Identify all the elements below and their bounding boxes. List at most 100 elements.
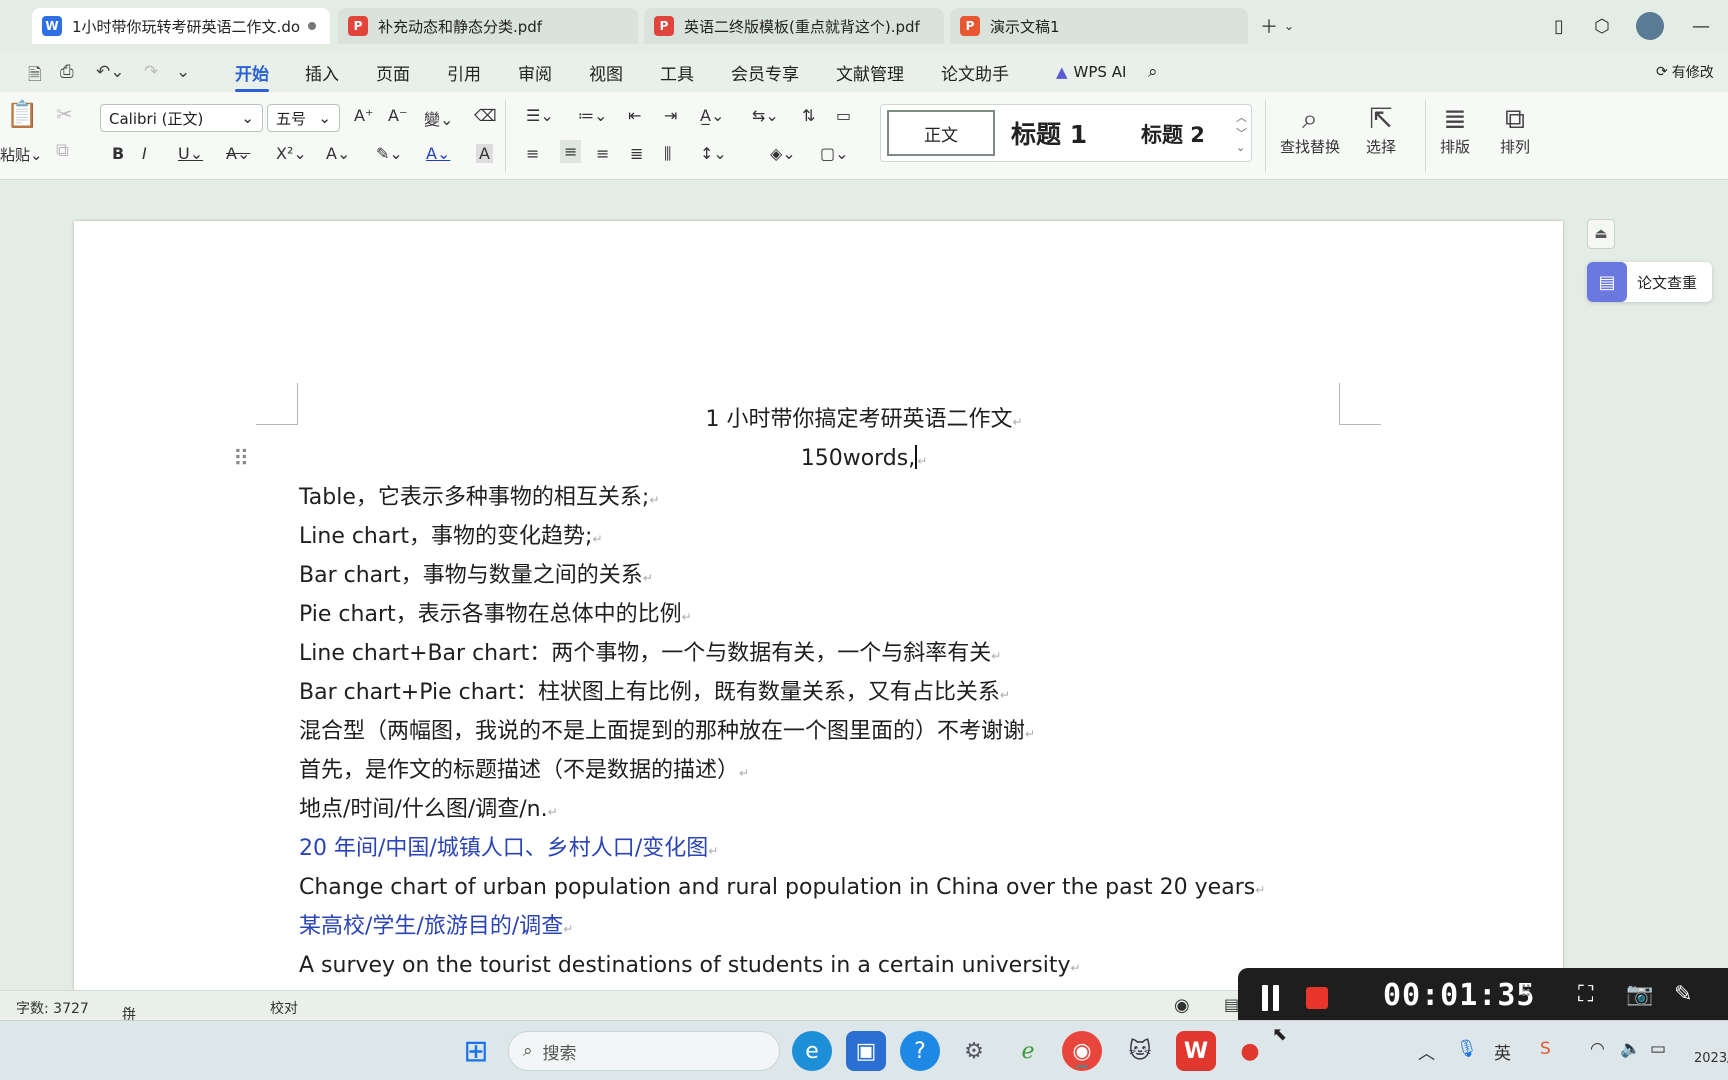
text-direction-icon[interactable]: A̲⌄ [700, 106, 724, 125]
save-icon[interactable]: 🗎 [28, 62, 42, 91]
numbered-list-icon[interactable]: ≔⌄ [578, 106, 607, 125]
justify-icon[interactable]: ≣ [630, 144, 643, 163]
tab-pdf-template[interactable]: P 英语二终版模板(重点就背这个).pdf [644, 8, 944, 44]
convert-icon[interactable]: ⇆⌄ [752, 106, 779, 125]
doc-paragraph[interactable]: 20 年间/中国/城镇人口、乡村人口/变化图↵ [299, 834, 718, 866]
align-right-icon[interactable]: ≡ [596, 144, 609, 163]
menu-tools[interactable]: 工具 [660, 58, 694, 86]
menu-member[interactable]: 会员专享 [731, 58, 799, 86]
cut-icon[interactable]: ✂ [56, 102, 73, 126]
system-date[interactable]: 2023/ [1694, 1051, 1728, 1066]
doc-paragraph[interactable]: Change chart of urban population and rur… [299, 873, 1265, 905]
ie-browser-icon[interactable]: ℯ [1008, 1031, 1048, 1071]
doc-paragraph[interactable]: Line chart+Bar chart：两个事物，一个与数据有关，一个与斜率有… [299, 639, 1001, 671]
settings-icon[interactable]: ⚙ [954, 1031, 994, 1071]
store-icon[interactable]: ▣ [846, 1031, 886, 1071]
menu-review[interactable]: 审阅 [518, 58, 552, 86]
pen-icon[interactable]: ✎ [1674, 982, 1692, 1007]
cat-app-icon[interactable]: 🐱 [1120, 1031, 1160, 1071]
style-heading-2[interactable]: 标题 2 [1141, 119, 1205, 149]
ime-indicator[interactable]: 英 [1494, 1039, 1511, 1064]
stop-icon[interactable] [1306, 987, 1328, 1009]
clear-format-icon[interactable]: ⌫ [474, 106, 497, 125]
menu-page[interactable]: 页面 [376, 58, 410, 86]
border-icon[interactable]: ▢⌄ [820, 144, 849, 163]
menu-references[interactable]: 引用 [447, 58, 481, 86]
paste-icon[interactable]: 📋 [6, 100, 38, 130]
shading-icon[interactable]: ◈⌄ [770, 144, 796, 163]
copy-icon[interactable]: ⧉ [56, 140, 69, 161]
sogou-icon[interactable]: S [1540, 1039, 1551, 1059]
align-center-icon[interactable]: ≡ [560, 140, 582, 163]
cube-icon[interactable]: ⬡ [1594, 12, 1610, 40]
styles-scroll-icon[interactable]: ︿ ﹀ ⌄ [1236, 109, 1247, 154]
chevron-up-icon[interactable]: ︿ [1418, 1039, 1435, 1064]
decrease-indent-icon[interactable]: ⇤ [628, 106, 641, 125]
italic-icon[interactable]: I [142, 144, 147, 163]
redo-icon[interactable]: ↷ [144, 62, 158, 82]
phonetic-icon[interactable]: 變⌄ [424, 106, 453, 130]
distribute-icon[interactable]: ⫼ [664, 144, 671, 164]
doc-paragraph[interactable]: 首先，是作文的标题描述（不是数据的描述）↵ [299, 756, 749, 788]
underline-icon[interactable]: U⌄ [178, 144, 203, 163]
paper-check-button[interactable]: ▤ 论文查重 [1587, 262, 1712, 302]
font-size-select[interactable]: 五号 ⌄ [267, 104, 340, 132]
proofread-button[interactable]: 校对 [270, 998, 298, 1018]
wifi-icon[interactable]: ◠ [1590, 1039, 1605, 1059]
line-spacing-icon[interactable]: ↕⌄ [700, 144, 727, 163]
bullet-list-icon[interactable]: ☰⌄ [526, 106, 554, 125]
chrome-icon[interactable]: ◉ [1062, 1031, 1102, 1071]
menu-paper-assistant[interactable]: 论文助手 [941, 58, 1009, 86]
menu-view[interactable]: 视图 [589, 58, 623, 86]
paste-button[interactable]: 粘贴 ⌄ [0, 144, 43, 165]
collapse-panel-button[interactable]: ⏏ [1587, 219, 1615, 249]
volume-icon[interactable]: 🔈 [1620, 1039, 1641, 1059]
wps-office-icon[interactable]: W [1176, 1031, 1216, 1071]
wps-ai-button[interactable]: ▲ WPS AI [1056, 58, 1126, 86]
menu-home[interactable]: 开始 [235, 58, 269, 92]
font-family-select[interactable]: Calibri (正文) ⌄ [100, 104, 263, 132]
char-shading-icon[interactable]: A [476, 144, 493, 163]
more-icon[interactable]: ⌄ [176, 62, 190, 82]
revision-button[interactable]: ⟳ 有修改 [1656, 58, 1714, 86]
avatar[interactable] [1636, 12, 1664, 40]
doc-paragraph[interactable]: Table，它表示多种事物的相互关系;↵ [299, 483, 659, 515]
sort-icon[interactable]: ⇅ [802, 106, 815, 125]
doc-paragraph[interactable]: Bar chart+Pie chart：柱状图上有比例，既有数量关系，又有占比关… [299, 678, 1010, 710]
edge-browser-icon[interactable]: e [792, 1031, 832, 1071]
align-left-icon[interactable]: ≡ [526, 144, 539, 163]
microphone-icon[interactable]: 🎙 [1456, 1039, 1478, 1059]
undo-icon[interactable]: ↶⌄ [96, 62, 125, 82]
search-icon[interactable]: ⌕ [1148, 58, 1158, 86]
minimize-icon[interactable]: — [1692, 12, 1710, 40]
tab-document[interactable]: W 1小时带你玩转考研英语二作文.do [32, 8, 330, 44]
drag-grip-icon[interactable]: ⠿ [1520, 982, 1532, 1001]
page-view-icon[interactable]: ▤ [1224, 995, 1239, 1014]
menu-literature[interactable]: 文献管理 [836, 58, 904, 86]
text-effect-icon[interactable]: A⌄ [326, 144, 350, 163]
new-tab-button[interactable]: ＋ ⌄ [1260, 12, 1294, 40]
doc-paragraph[interactable]: Line chart，事物的变化趋势;↵ [299, 522, 603, 554]
windows-start-icon[interactable]: ⊞ [456, 1031, 496, 1071]
print-icon[interactable]: ⎙ [60, 62, 74, 82]
recorder-app-icon[interactable]: ● [1230, 1031, 1270, 1071]
spell-check-toggle[interactable]: 拼写检查: 关闭 ⌄ [122, 998, 141, 1080]
shrink-font-icon[interactable]: A⁻ [388, 106, 407, 125]
doc-paragraph[interactable]: 某高校/学生/旅游目的/调查↵ [299, 912, 573, 944]
style-normal[interactable]: 正文 [887, 110, 995, 156]
doc-paragraph[interactable]: 混合型（两幅图，我说的不是上面提到的那种放在一个图里面的）不考谢谢↵ [299, 717, 1035, 749]
doc-paragraph[interactable]: Pie chart，表示各事物在总体中的比例↵ [299, 600, 692, 632]
document-title[interactable]: 1 小时带你搞定考研英语二作文↵ [0, 405, 1728, 437]
tab-presentation[interactable]: P 演示文稿1 [950, 8, 1248, 44]
increase-indent-icon[interactable]: ⇥ [664, 106, 677, 125]
layout-icon[interactable]: ▯ [1554, 12, 1564, 40]
bold-icon[interactable]: B [112, 144, 124, 163]
grow-font-icon[interactable]: A⁺ [354, 106, 373, 125]
word-count[interactable]: 字数: 3727 [16, 998, 89, 1018]
pause-icon[interactable] [1260, 985, 1282, 1011]
document-subtitle[interactable]: 150words, ↵ [0, 444, 1728, 476]
battery-icon[interactable]: ▭ [1650, 1039, 1666, 1059]
doc-paragraph[interactable]: A survey on the tourist destinations of … [299, 951, 1081, 983]
line-icon[interactable]: ▭ [836, 106, 851, 125]
menu-insert[interactable]: 插入 [305, 58, 339, 86]
